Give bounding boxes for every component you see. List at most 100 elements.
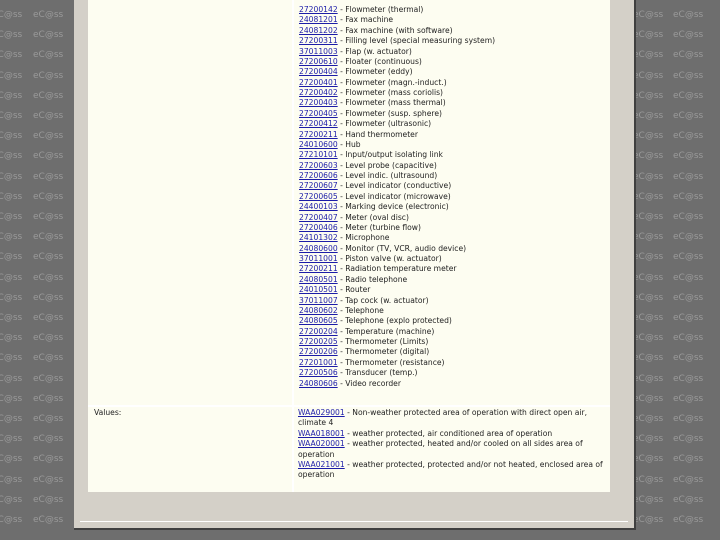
device-list-item: 27200407 - Meter (oval disc) — [299, 212, 409, 222]
device-code-link[interactable]: 37011007 — [299, 296, 338, 305]
device-name: Radiation temperature meter — [345, 264, 457, 274]
device-list-item: 27200603 - Level probe (capacitive) — [299, 160, 437, 170]
watermark-text: eC@ss — [33, 90, 64, 101]
device-list-item: 27200606 - Level indic. (ultrasound) — [299, 171, 438, 180]
device-code-link[interactable]: 27200206 — [299, 347, 338, 356]
watermark-text: eC@ss — [673, 313, 704, 323]
watermark-text: eC@ss — [633, 50, 664, 61]
watermark-text: eC@ss — [33, 515, 64, 525]
device-code-link[interactable]: 27200412 — [299, 119, 338, 128]
device-name: Flowmeter (mass thermal) — [345, 98, 446, 108]
device-list-item: 27200506 - Transducer (temp.) — [299, 368, 418, 378]
device-code-link[interactable]: 27200610 — [299, 57, 338, 66]
device-code-link[interactable]: 24010600 — [299, 140, 338, 149]
watermark-text: eC@ss — [633, 131, 664, 142]
watermark-text: eC@ss — [673, 272, 704, 283]
device-code-link[interactable]: 27200603 — [299, 161, 338, 170]
watermark-text: eC@ss — [673, 393, 704, 404]
device-code-link[interactable]: 27200405 — [299, 109, 338, 118]
device-name: Telephone (explo protected) — [345, 316, 452, 326]
device-code-link[interactable]: 24080600 — [299, 244, 338, 253]
device-list-item: 27200401 - Flowmeter (magn.-induct.) — [299, 77, 447, 87]
watermark-text: eC@ss — [33, 191, 64, 202]
watermark-text: eC@ss — [33, 131, 64, 142]
watermark-text: eC@ss — [673, 454, 704, 465]
watermark-text: eC@ss — [33, 434, 64, 445]
device-code-link[interactable]: 27200205 — [299, 337, 338, 346]
device-name: Thermometer (resistance) — [345, 357, 445, 367]
watermark-text: eC@ss — [633, 151, 664, 162]
device-code-link[interactable]: 27200403 — [299, 98, 338, 107]
device-code-link[interactable]: 27200606 — [299, 171, 338, 180]
device-code-link[interactable]: 24101302 — [299, 233, 338, 242]
device-code-link[interactable]: 24080606 — [299, 379, 338, 388]
value-item: WAA029001 - Non-weather protected area o… — [298, 408, 588, 428]
device-name: Thermometer (Limits) — [345, 337, 429, 346]
device-code-link[interactable]: 27200211 — [299, 264, 338, 273]
watermark-text: eC@ss — [33, 30, 64, 41]
device-code-link[interactable]: 27200506 — [299, 368, 338, 377]
value-code-link[interactable]: WAA020001 — [298, 439, 345, 448]
device-list-item: 37011001 - Piston valve (w. actuator) — [299, 254, 442, 263]
device-name: Flap (w. actuator) — [345, 46, 412, 56]
device-code-link[interactable]: 24080602 — [299, 306, 338, 315]
device-code-link[interactable]: 24400103 — [299, 202, 338, 211]
device-code-link[interactable]: 27200407 — [299, 213, 338, 222]
watermark-text: eC@ss — [33, 111, 64, 121]
watermark-text: eC@ss — [673, 111, 704, 121]
value-code-link[interactable]: WAA018001 — [298, 429, 345, 438]
watermark-text: eC@ss — [673, 252, 704, 263]
watermark-text: eC@ss — [33, 393, 64, 404]
device-name: Fax machine — [345, 15, 394, 25]
device-code-link[interactable]: 24081202 — [299, 26, 338, 35]
device-code-link[interactable]: 27200204 — [299, 327, 338, 336]
device-name: Tap cock (w. actuator) — [345, 295, 429, 305]
device-code-link[interactable]: 24080605 — [299, 316, 338, 325]
device-code-link[interactable]: 27200607 — [299, 181, 338, 190]
device-code-link[interactable]: 27200142 — [299, 5, 338, 14]
device-list-item: 24400103 - Marking device (electronic) — [299, 202, 449, 212]
watermark-text: eC@ss — [673, 70, 704, 81]
device-code-link[interactable]: 37011001 — [299, 254, 338, 263]
watermark-text: eC@ss — [0, 313, 23, 323]
watermark-text: eC@ss — [0, 232, 23, 243]
device-code-link[interactable]: 27200311 — [299, 36, 338, 45]
watermark-text: eC@ss — [633, 272, 664, 283]
device-name: Floater (continuous) — [345, 56, 422, 66]
device-list-item: 24081202 - Fax machine (with software) — [299, 25, 453, 35]
device-code-link[interactable]: 27200402 — [299, 88, 338, 97]
device-list-item: 24080501 - Radio telephone — [299, 274, 408, 284]
device-code-link[interactable]: 27200406 — [299, 223, 338, 232]
device-code-link[interactable]: 27201001 — [299, 358, 338, 367]
device-list-item: 27200311 - Filling level (special measur… — [299, 36, 496, 46]
device-list-item: 24080605 - Telephone (explo protected) — [299, 316, 452, 326]
device-name: Meter (turbine flow) — [345, 222, 421, 232]
watermark-text: eC@ss — [673, 191, 704, 202]
value-code-link[interactable]: WAA029001 — [298, 408, 345, 417]
watermark-text: eC@ss — [673, 474, 704, 485]
watermark-text: eC@ss — [0, 393, 23, 404]
watermark-text: eC@ss — [673, 50, 704, 61]
attribute-table: 27200142 - Flowmeter (thermal) 24081201 -… — [88, 0, 610, 492]
row-divider — [88, 405, 610, 407]
device-name: Flowmeter (mass coriolis) — [345, 88, 444, 97]
watermark-text: eC@ss — [633, 333, 664, 344]
device-code-link[interactable]: 27200605 — [299, 192, 338, 201]
watermark-text: eC@ss — [633, 434, 664, 445]
device-code-link[interactable]: 27200404 — [299, 67, 338, 76]
watermark-text: eC@ss — [633, 373, 664, 384]
device-list-item: 24080602 - Telephone — [299, 305, 384, 315]
device-code-link[interactable]: 24081201 — [299, 15, 338, 24]
device-name: Input/output isolating link — [345, 150, 443, 160]
device-code-link[interactable]: 37011003 — [299, 47, 338, 56]
device-code-link[interactable]: 27200401 — [299, 78, 338, 87]
device-code-link[interactable]: 24080501 — [299, 275, 338, 284]
watermark-text: eC@ss — [673, 373, 704, 384]
device-code-link[interactable]: 24010501 — [299, 285, 338, 294]
device-name: Level indicator (microwave) — [345, 191, 451, 201]
watermark-text: eC@ss — [0, 373, 23, 384]
device-code-link[interactable]: 27210101 — [299, 150, 338, 159]
watermark-text: eC@ss — [673, 292, 704, 303]
device-code-link[interactable]: 27200211 — [299, 130, 338, 139]
value-code-link[interactable]: WAA021001 — [298, 460, 345, 469]
